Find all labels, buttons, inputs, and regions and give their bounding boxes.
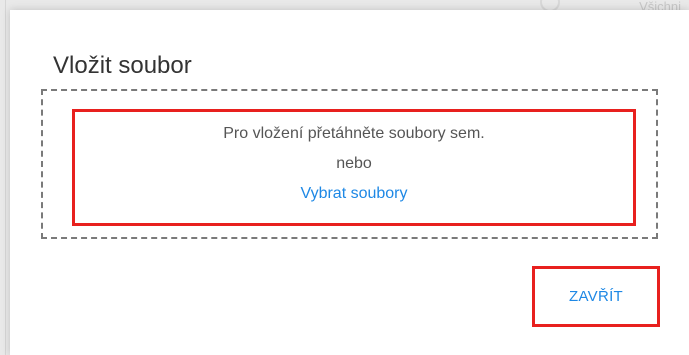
background-divider <box>5 0 6 355</box>
dialog-title: Vložit soubor <box>53 52 192 79</box>
dropzone-instruction: Pro vložení přetáhněte soubory sem. <box>223 125 485 142</box>
dropzone-separator: nebo <box>336 155 372 172</box>
select-files-link[interactable]: Vybrat soubory <box>72 185 636 203</box>
close-button[interactable]: ZAVŘÍT <box>535 269 657 324</box>
insert-file-dialog: Vložit soubor Pro vložení přetáhněte sou… <box>10 10 689 355</box>
